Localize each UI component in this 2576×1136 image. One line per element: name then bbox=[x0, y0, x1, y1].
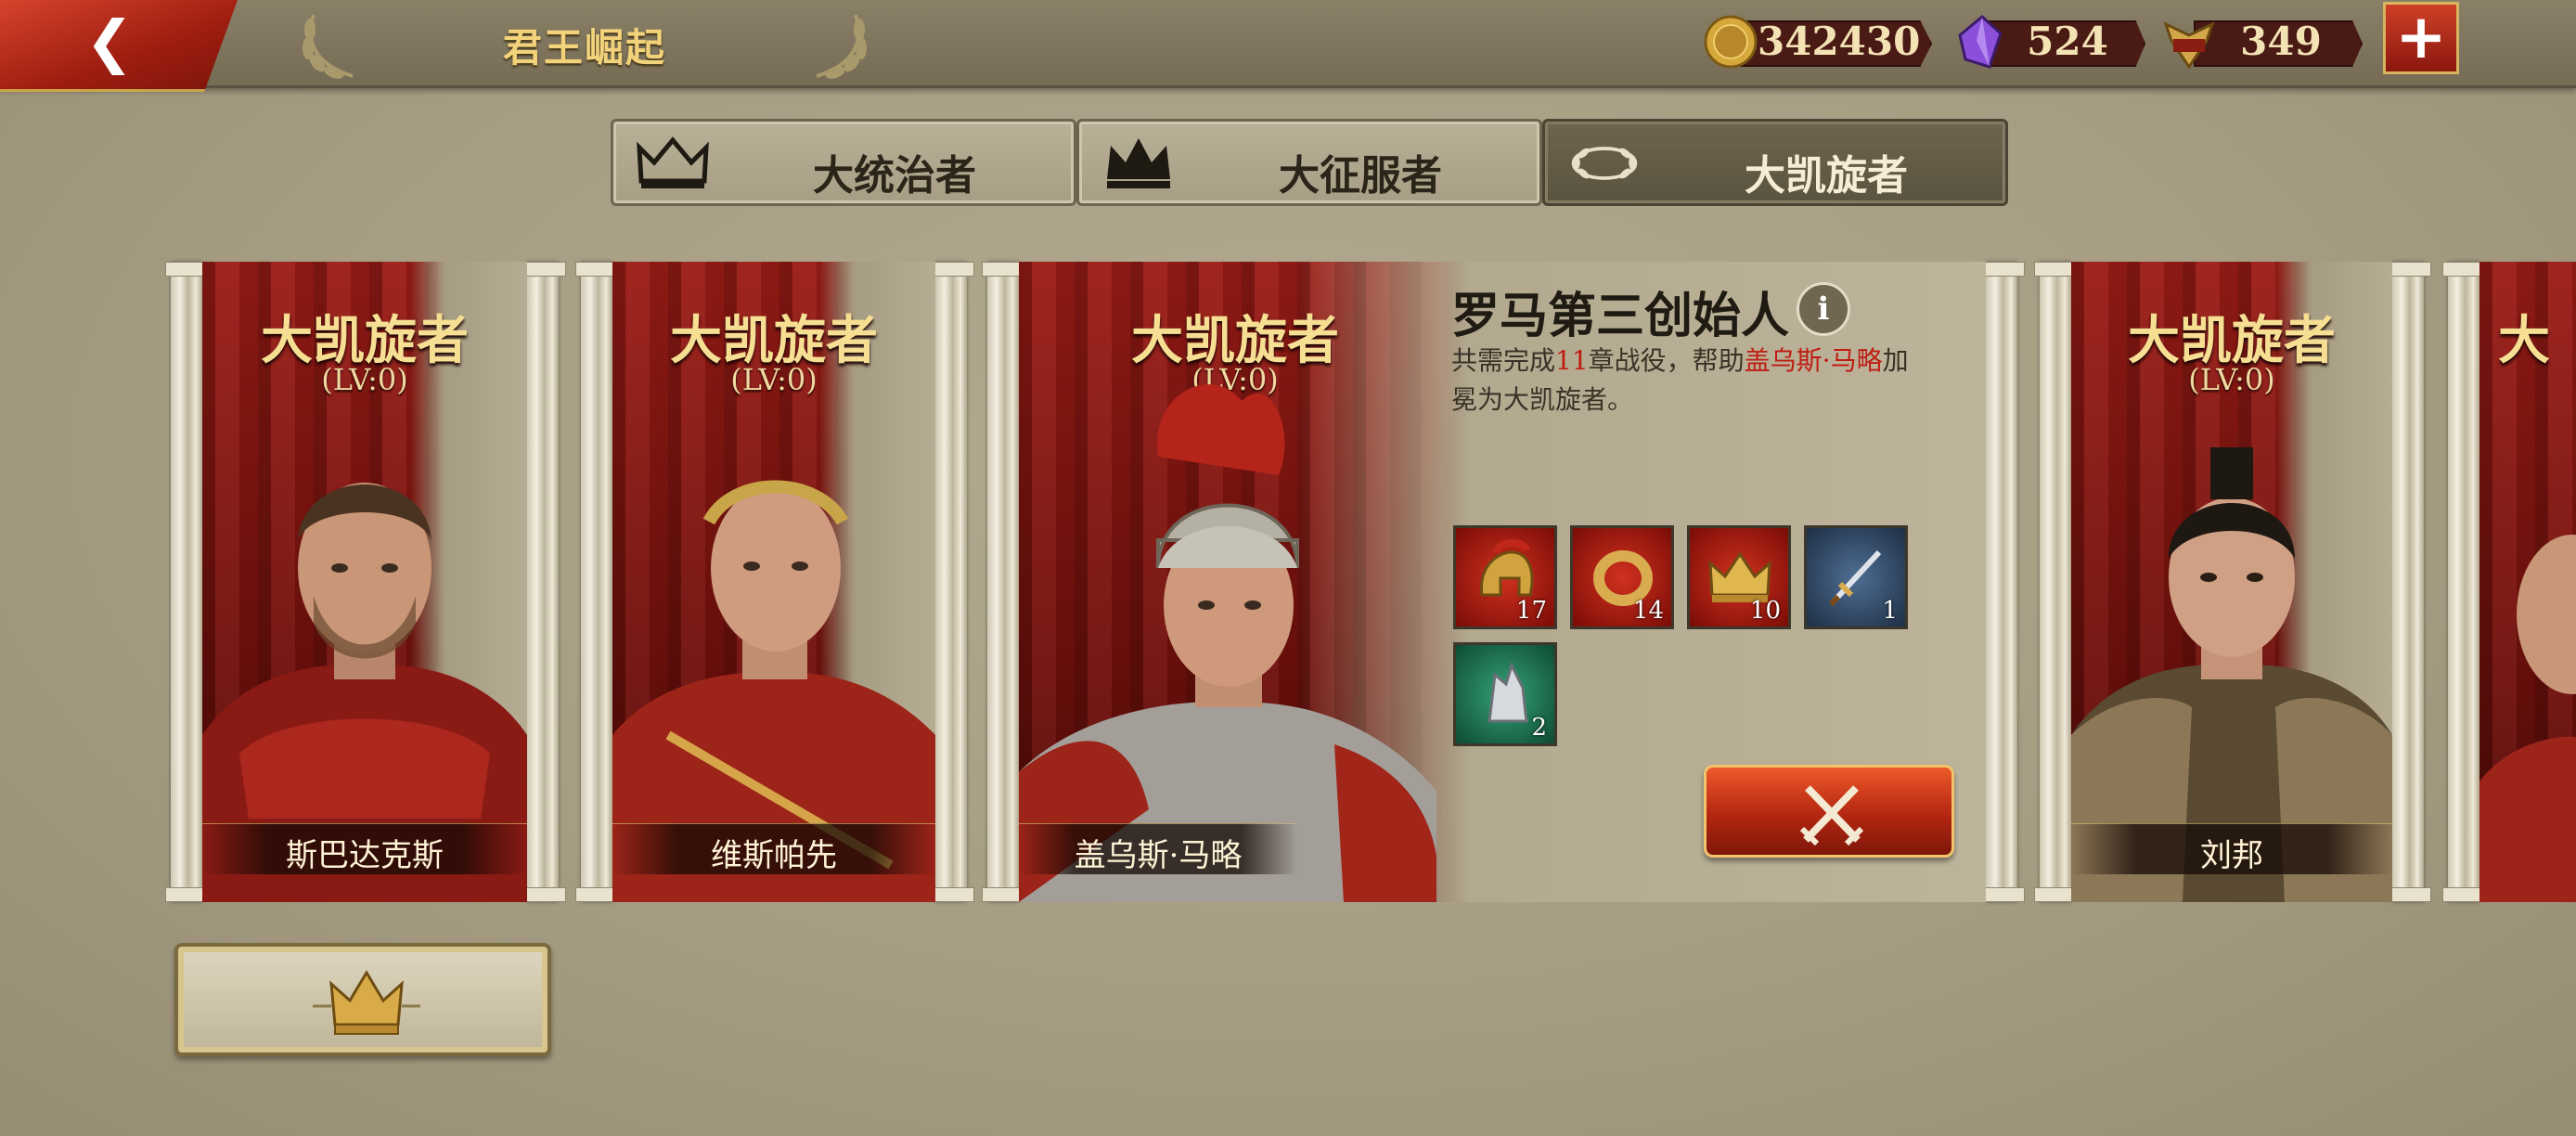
spqr-value: 349 bbox=[2240, 19, 2322, 64]
spqr-resource: 349 bbox=[2162, 15, 2363, 69]
name-plate: 刘邦 bbox=[2071, 823, 2392, 874]
purple-gem-icon bbox=[1958, 15, 2003, 69]
desc-count: 11 bbox=[1555, 345, 1589, 376]
name-plate: 盖乌斯·马略 bbox=[1019, 823, 1297, 874]
gem-resource: 524 bbox=[1952, 15, 2145, 69]
crown-icon bbox=[313, 970, 420, 1035]
laurel-right-icon bbox=[816, 14, 867, 79]
tab-label: 大统治者 bbox=[813, 152, 976, 200]
tab-great-ruler[interactable]: 大统治者 bbox=[611, 119, 1076, 206]
reward-item-ring[interactable]: 14 bbox=[1570, 525, 1674, 629]
item-count: 17 bbox=[1515, 597, 1547, 625]
hero-card-liu-bang[interactable]: 大凯旋者 (LV:0) 刘邦 bbox=[2071, 262, 2392, 902]
crossed-swords-icon bbox=[1799, 785, 1864, 846]
pillar bbox=[982, 262, 1026, 902]
title-area: 君王崛起 bbox=[297, 0, 872, 85]
hero-card-vespasian[interactable]: 大凯旋者 (LV:0) 维斯帕先 bbox=[612, 262, 935, 902]
spiked-crown-icon bbox=[1107, 138, 1170, 188]
crown-icon bbox=[637, 136, 709, 188]
pillar bbox=[930, 262, 974, 902]
hero-name: 刘邦 bbox=[2200, 837, 2263, 874]
reward-item-crown[interactable]: 10 bbox=[1687, 525, 1791, 629]
back-button[interactable]: ❮ bbox=[0, 0, 238, 92]
reward-item-crystal[interactable]: 2 bbox=[1453, 642, 1557, 746]
pillar bbox=[575, 262, 620, 902]
laurel-wreath-icon bbox=[1571, 147, 1638, 180]
card-level: (LV:0) bbox=[2188, 362, 2275, 397]
tab-label: 大征服者 bbox=[1279, 152, 1442, 200]
battle-button[interactable] bbox=[1704, 765, 1954, 858]
hero-name: 维斯帕先 bbox=[711, 837, 837, 874]
reward-item-helmet[interactable]: 17 bbox=[1453, 525, 1557, 629]
gold-value: 342430 bbox=[1758, 19, 1921, 64]
back-arrow-icon: ❮ bbox=[85, 7, 134, 75]
desc-hero-name: 盖乌斯·马略 bbox=[1744, 345, 1883, 376]
pillar bbox=[1980, 262, 2025, 902]
desc-text: 章战役，帮助 bbox=[1588, 345, 1745, 376]
add-resource-button[interactable]: + bbox=[2383, 2, 2459, 74]
page-title: 君王崛起 bbox=[502, 25, 666, 71]
item-count: 2 bbox=[1531, 714, 1547, 742]
pillar bbox=[2387, 262, 2431, 902]
gold-coin-icon bbox=[1704, 15, 1758, 69]
crown-button[interactable] bbox=[174, 943, 551, 1056]
card-level: (LV:0) bbox=[321, 362, 408, 397]
gem-value: 524 bbox=[2027, 19, 2108, 64]
tab-label: 大凯旋者 bbox=[1745, 152, 1908, 200]
hero-card-partial[interactable]: 大 bbox=[2479, 262, 2576, 902]
hero-card-spartacus[interactable]: 大凯旋者 (LV:0) 斯巴达克斯 bbox=[202, 262, 527, 902]
hero-name: 盖乌斯·马略 bbox=[1074, 837, 1243, 874]
tab-great-triumphator[interactable]: 大凯旋者 bbox=[1542, 119, 2008, 206]
card-title: 大 bbox=[2498, 310, 2550, 371]
spqr-eagle-icon bbox=[2163, 21, 2215, 69]
hero-name: 斯巴达克斯 bbox=[286, 837, 444, 874]
hero-portrait bbox=[2479, 535, 2576, 902]
pillar bbox=[165, 262, 210, 902]
info-icon[interactable]: i bbox=[1797, 282, 1850, 336]
item-count: 14 bbox=[1632, 597, 1664, 625]
name-plate: 斯巴达克斯 bbox=[202, 823, 527, 874]
pillar bbox=[2442, 262, 2487, 902]
item-count: 10 bbox=[1749, 597, 1781, 625]
tab-great-conqueror[interactable]: 大征服者 bbox=[1076, 119, 1542, 206]
top-bar: ❮ 君王崛起 342430 524 349 + bbox=[0, 0, 2576, 92]
card-level: (LV:0) bbox=[730, 362, 818, 397]
campaign-title: 罗马第三创始人 bbox=[1451, 288, 1790, 344]
campaign-description: 共需完成11章战役，帮助盖乌斯·马略加冕为大凯旋者。 bbox=[1451, 342, 1934, 420]
desc-text: 共需完成 bbox=[1451, 345, 1556, 376]
item-count: 1 bbox=[1882, 597, 1898, 625]
name-plate: 维斯帕先 bbox=[612, 823, 935, 874]
gold-resource: 342430 bbox=[1704, 15, 1932, 69]
pillar bbox=[2034, 262, 2079, 902]
pillar bbox=[522, 262, 566, 902]
reward-item-sword[interactable]: 1 bbox=[1804, 525, 1908, 629]
